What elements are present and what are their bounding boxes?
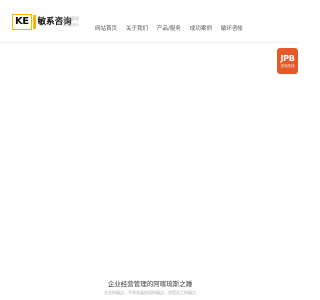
main-nav: 网站首页 关于我们 产品/服务 成功案例 敏环咨帐: [95, 24, 252, 32]
page: KE 敏系咨询 咨询管理 高效执行 网站首页 关于我们 产品/服务 成功案例 敏…: [0, 0, 300, 300]
section-title: 企业经营管理的阿喀琉斯之踵: [107, 280, 193, 288]
logo-accent-bar: [32, 15, 36, 29]
site-header: KE 敏系咨询 咨询管理 高效执行 网站首页 关于我们 产品/服务 成功案例 敏…: [0, 0, 300, 43]
badge-label: JPB: [280, 53, 295, 63]
nav-item-cases[interactable]: 成功案例: [190, 24, 212, 32]
nav-item-home[interactable]: 网站首页: [95, 24, 117, 32]
tagline: 咨询管理 高效执行: [63, 16, 91, 28]
logo-mark: KE: [12, 14, 32, 30]
nav-item-about[interactable]: 关于我们: [126, 24, 148, 32]
badge-sub-label: 咨询热线: [280, 63, 295, 68]
tagline-line-2: 高效执行: [63, 22, 79, 27]
nav-item-products[interactable]: 产品/服务: [157, 24, 181, 32]
nav-item-contact[interactable]: 敏环咨帐: [221, 24, 243, 32]
floating-contact-badge[interactable]: JPB 咨询热线: [277, 48, 298, 74]
section-subtitle: 企业的痛点，不同发展阶段的痛点，也是员工的痛点: [104, 290, 196, 295]
